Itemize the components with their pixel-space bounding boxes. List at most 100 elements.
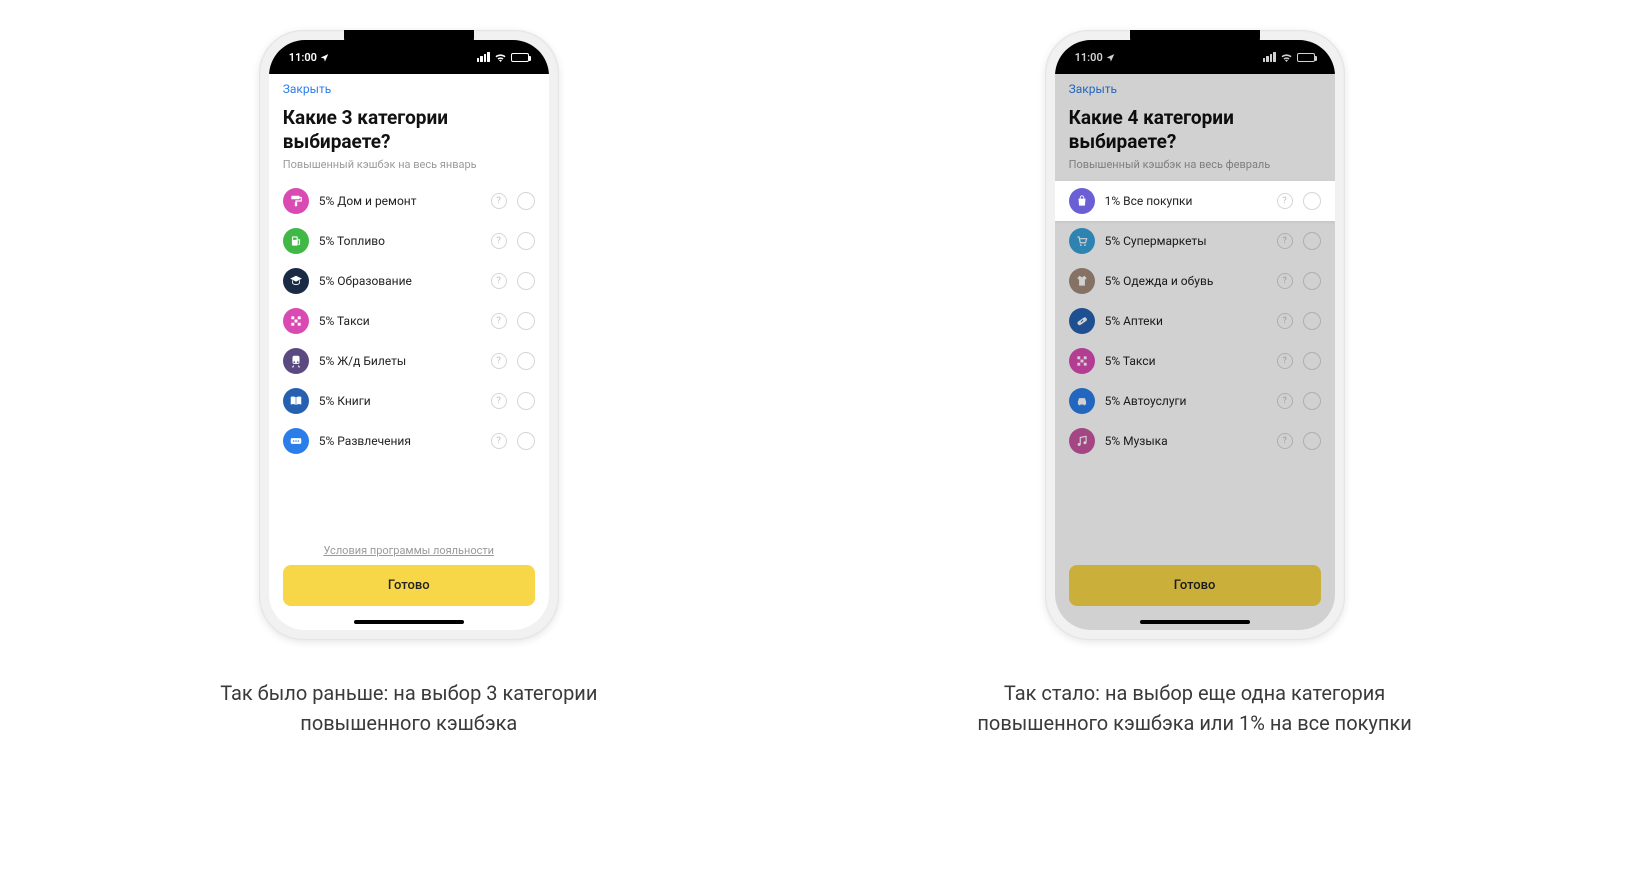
help-icon[interactable]: ?: [491, 273, 507, 289]
location-icon: [320, 53, 329, 62]
category-label: 1% Все покупки: [1105, 194, 1267, 208]
category-row[interactable]: 5% Одежда и обувь?: [1069, 261, 1321, 301]
help-icon[interactable]: ?: [1277, 233, 1293, 249]
signal-icon: [1263, 52, 1276, 62]
home-indicator[interactable]: [354, 620, 464, 624]
help-icon[interactable]: ?: [491, 313, 507, 329]
category-row[interactable]: 5% Образование?: [283, 261, 535, 301]
help-icon[interactable]: ?: [1277, 353, 1293, 369]
category-radio[interactable]: [517, 392, 535, 410]
car-icon: [1069, 388, 1095, 414]
category-row[interactable]: 5% Дом и ремонт?: [283, 181, 535, 221]
category-radio[interactable]: [1303, 312, 1321, 330]
close-button[interactable]: Закрыть: [269, 74, 549, 100]
category-radio[interactable]: [517, 312, 535, 330]
category-label: 5% Такси: [319, 314, 481, 328]
category-label: 5% Супермаркеты: [1105, 234, 1267, 248]
caption-after: Так стало: на выбор еще одна категорияпо…: [977, 678, 1411, 738]
help-icon[interactable]: ?: [491, 433, 507, 449]
category-label: 5% Книги: [319, 394, 481, 408]
status-time: 11:00: [1075, 51, 1103, 64]
bag-icon: [1069, 188, 1095, 214]
notch: [1130, 30, 1260, 54]
help-icon[interactable]: ?: [1277, 393, 1293, 409]
close-button[interactable]: Закрыть: [1055, 74, 1335, 100]
category-label: 5% Развлечения: [319, 434, 481, 448]
page-title: Какие 3 категориивыбираете?: [283, 106, 535, 154]
category-radio[interactable]: [1303, 432, 1321, 450]
category-row[interactable]: 5% Книги?: [283, 381, 535, 421]
paint-roller-icon: [283, 188, 309, 214]
category-radio[interactable]: [517, 232, 535, 250]
cart-icon: [1069, 228, 1095, 254]
category-row[interactable]: 5% Автоуслуги?: [1069, 381, 1321, 421]
category-radio[interactable]: [517, 272, 535, 290]
category-label: 5% Образование: [319, 274, 481, 288]
category-row[interactable]: 5% Ж/д Билеты?: [283, 341, 535, 381]
page-subtitle: Повышенный кэшбэк на весь январь: [283, 158, 535, 171]
category-row[interactable]: 5% Аптеки?: [1069, 301, 1321, 341]
wifi-icon: [494, 53, 507, 62]
phone-screen: 11:00 Закрыть: [1055, 40, 1335, 630]
category-row[interactable]: 5% Супермаркеты?: [1069, 221, 1321, 261]
category-label: 5% Одежда и обувь: [1105, 274, 1267, 288]
shirt-icon: [1069, 268, 1095, 294]
category-label: 5% Музыка: [1105, 434, 1267, 448]
help-icon[interactable]: ?: [491, 393, 507, 409]
category-label: 5% Аптеки: [1105, 314, 1267, 328]
category-label: 5% Такси: [1105, 354, 1267, 368]
fuel-icon: [283, 228, 309, 254]
category-radio[interactable]: [517, 432, 535, 450]
category-row[interactable]: 1% Все покупки?: [1055, 181, 1335, 221]
help-icon[interactable]: ?: [1277, 433, 1293, 449]
category-radio[interactable]: [517, 192, 535, 210]
category-row[interactable]: 5% Развлечения?: [283, 421, 535, 461]
notch: [344, 30, 474, 54]
phone-after: 11:00 Закрыть: [977, 30, 1411, 738]
page-title: Какие 4 категориивыбираете?: [1069, 106, 1321, 154]
help-icon[interactable]: ?: [1277, 193, 1293, 209]
category-radio[interactable]: [517, 352, 535, 370]
help-icon[interactable]: ?: [1277, 313, 1293, 329]
category-row[interactable]: 5% Такси?: [1069, 341, 1321, 381]
category-radio[interactable]: [1303, 192, 1321, 210]
battery-icon: [511, 53, 529, 62]
train-icon: [283, 348, 309, 374]
wifi-icon: [1280, 53, 1293, 62]
signal-icon: [477, 52, 490, 62]
phone-frame: 11:00 Закрыть: [259, 30, 559, 640]
ticket-icon: [283, 428, 309, 454]
terms-link[interactable]: Условия программы лояльности: [283, 530, 535, 565]
category-radio[interactable]: [1303, 232, 1321, 250]
phone-before: 11:00 Закрыть: [220, 30, 597, 738]
category-row[interactable]: 5% Музыка?: [1069, 421, 1321, 461]
music-icon: [1069, 428, 1095, 454]
category-row[interactable]: 5% Такси?: [283, 301, 535, 341]
category-label: 5% Топливо: [319, 234, 481, 248]
status-time: 11:00: [289, 51, 317, 64]
location-icon: [1106, 53, 1115, 62]
home-indicator[interactable]: [1140, 620, 1250, 624]
category-label: 5% Автоуслуги: [1105, 394, 1267, 408]
category-label: 5% Дом и ремонт: [319, 194, 481, 208]
category-row[interactable]: 5% Топливо?: [283, 221, 535, 261]
help-icon[interactable]: ?: [491, 353, 507, 369]
taxi-icon: [1069, 348, 1095, 374]
book-icon: [283, 388, 309, 414]
category-label: 5% Ж/д Билеты: [319, 354, 481, 368]
graduation-icon: [283, 268, 309, 294]
caption-before: Так было раньше: на выбор 3 категориипов…: [220, 678, 597, 738]
help-icon[interactable]: ?: [1277, 273, 1293, 289]
phone-screen: 11:00 Закрыть: [269, 40, 549, 630]
help-icon[interactable]: ?: [491, 193, 507, 209]
category-radio[interactable]: [1303, 352, 1321, 370]
category-radio[interactable]: [1303, 272, 1321, 290]
done-button[interactable]: Готово: [1069, 565, 1321, 606]
phone-frame: 11:00 Закрыть: [1045, 30, 1345, 640]
help-icon[interactable]: ?: [491, 233, 507, 249]
battery-icon: [1297, 53, 1315, 62]
category-radio[interactable]: [1303, 392, 1321, 410]
done-button[interactable]: Готово: [283, 565, 535, 606]
page-subtitle: Повышенный кэшбэк на весь февраль: [1069, 158, 1321, 171]
pill-icon: [1069, 308, 1095, 334]
